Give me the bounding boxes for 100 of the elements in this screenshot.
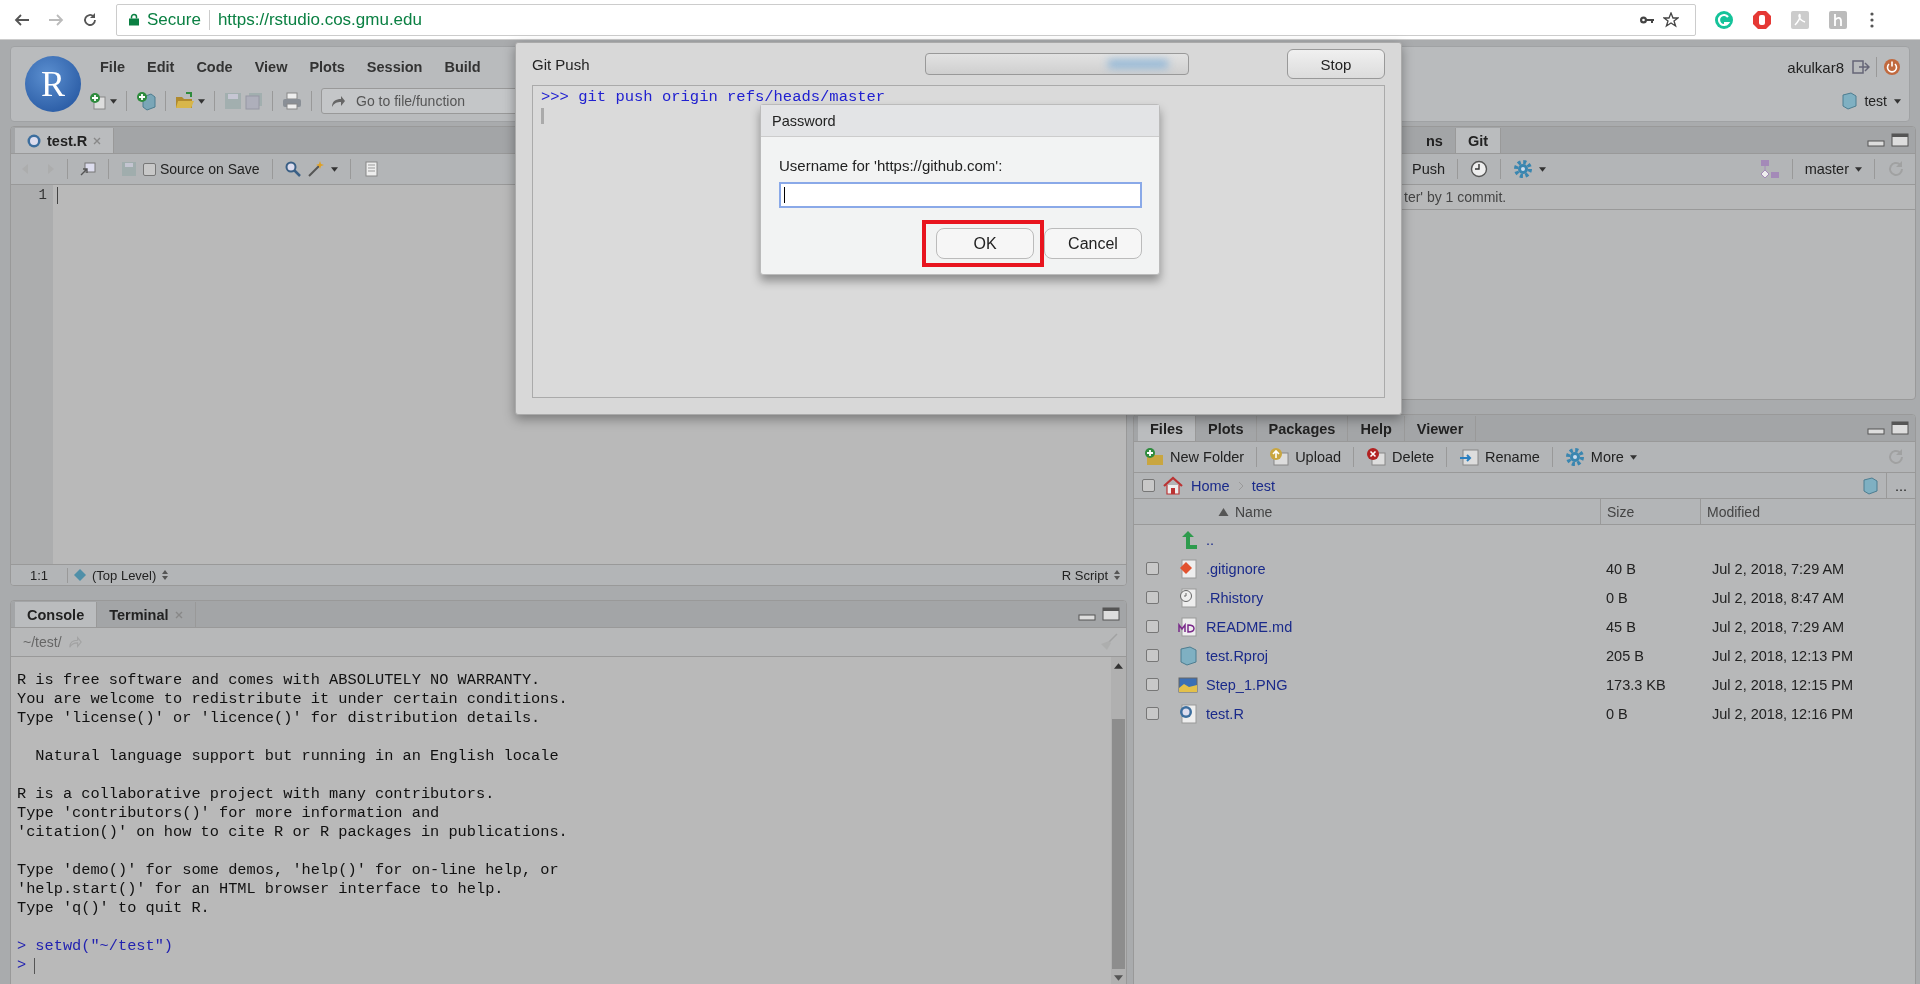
scroll-up-icon[interactable] [1114, 663, 1123, 669]
extension-icon[interactable] [1828, 9, 1848, 30]
parent-folder-link[interactable]: .. [1206, 531, 1215, 548]
caret-icon[interactable] [330, 166, 338, 172]
menu-item[interactable]: Session [366, 59, 423, 75]
pane-tab[interactable]: Files [1138, 416, 1197, 441]
menu-item[interactable]: Code [196, 59, 233, 75]
toolbar-button[interactable]: New Folder [1144, 447, 1245, 467]
breadcrumb-link[interactable]: Home [1191, 477, 1230, 494]
file-link[interactable]: .Rhistory [1206, 589, 1264, 606]
stop-sign-icon[interactable] [1752, 9, 1772, 30]
console-output-line: R is a collaborative project with many contributors. [17, 785, 496, 804]
dialog-title: Git Push [532, 55, 590, 73]
menu-icon[interactable] [1870, 11, 1874, 28]
print-icon[interactable] [282, 91, 302, 111]
dialog-title: Password [761, 105, 1159, 137]
notebook-icon[interactable] [362, 161, 379, 177]
cancel-button[interactable]: Cancel [1044, 228, 1142, 259]
caret-icon[interactable] [1855, 166, 1862, 172]
search-icon[interactable] [284, 161, 301, 177]
power-icon[interactable] [1883, 58, 1901, 76]
toolbar-button[interactable]: More [1564, 447, 1637, 467]
caret-icon[interactable] [198, 98, 205, 104]
source-on-save-checkbox[interactable]: Source on Save [143, 161, 260, 177]
maximize-icon[interactable] [1891, 133, 1909, 147]
row-checkbox[interactable] [1145, 678, 1159, 691]
column-header[interactable]: Modified [1700, 499, 1915, 524]
column-header[interactable]: Name [1206, 499, 1600, 524]
row-checkbox[interactable] [1145, 591, 1159, 604]
file-size: 173.3 KB [1605, 676, 1667, 693]
gear-icon[interactable] [1513, 159, 1534, 179]
extension-icon[interactable] [1714, 9, 1734, 30]
menu-item[interactable]: Edit [147, 59, 175, 75]
modified-date: Jul 2, 2018, 12:16 PM [1711, 705, 1855, 722]
reload-icon[interactable] [82, 11, 98, 28]
rename-icon [1459, 447, 1479, 467]
new-project-icon[interactable] [136, 91, 156, 111]
clock-file-icon [1178, 587, 1198, 608]
menu-item[interactable]: Plots [309, 59, 345, 75]
scroll-down-icon[interactable] [1114, 975, 1123, 981]
maximize-icon[interactable] [1891, 421, 1909, 435]
modified-date: Jul 2, 2018, 12:13 PM [1711, 647, 1855, 664]
wand-icon[interactable] [306, 160, 325, 178]
scope-menu[interactable]: (Top Level) [92, 567, 157, 583]
branch-icon[interactable] [1759, 159, 1780, 179]
row-checkbox[interactable] [1145, 649, 1159, 662]
git-command: >>> git push origin refs/heads/master [541, 88, 887, 106]
up-down-caret-icon[interactable] [162, 570, 169, 580]
caret-icon[interactable] [1894, 98, 1901, 104]
new-folder-icon [1144, 447, 1164, 467]
toolbar-button[interactable]: Delete [1366, 447, 1434, 467]
file-link[interactable]: Step_1.PNG [1206, 676, 1288, 693]
upload-icon [1269, 447, 1290, 467]
menu-item[interactable]: Build [444, 59, 481, 75]
row-checkbox[interactable] [1145, 707, 1159, 720]
ok-button[interactable]: OK [936, 228, 1034, 259]
file-link[interactable]: .gitignore [1206, 560, 1266, 577]
file-link[interactable]: test.Rproj [1206, 647, 1269, 664]
path-menu-button[interactable]: ... [1885, 473, 1915, 498]
show-in-window-icon[interactable] [80, 161, 96, 177]
forward-arrow-icon[interactable] [48, 11, 64, 28]
toolbar-button[interactable]: Upload [1269, 447, 1342, 467]
project-icon[interactable] [1839, 92, 1858, 110]
close-icon[interactable] [93, 136, 102, 145]
branch-menu[interactable]: master [1804, 161, 1849, 177]
address-bar[interactable]: Secure https://rstudio.cos.gmu.edu [116, 3, 1696, 36]
username-field[interactable] [779, 182, 1142, 208]
document-icon[interactable] [1790, 9, 1810, 30]
menu-item[interactable]: File [100, 59, 125, 75]
select-all-checkbox[interactable] [1142, 479, 1155, 492]
caret-icon[interactable] [1539, 166, 1547, 172]
file-link[interactable]: README.md [1206, 618, 1293, 635]
stop-button[interactable]: Stop [1287, 49, 1385, 79]
file-type-menu[interactable]: R Script [1061, 567, 1108, 583]
back-arrow-icon[interactable] [14, 11, 30, 28]
row-checkbox[interactable] [1145, 620, 1159, 633]
home-icon[interactable] [1163, 475, 1183, 496]
project-menu[interactable]: test [1864, 93, 1887, 109]
scrollbar[interactable] [1111, 657, 1126, 984]
sign-out-icon[interactable] [1852, 58, 1870, 76]
pane-tab[interactable]: Git [1455, 128, 1502, 153]
column-header[interactable]: Size [1600, 499, 1700, 524]
console-output-line: Natural language support but running in an English locale [34, 747, 560, 766]
console-output-line: Type 'contributors()' for more information and [17, 804, 441, 823]
row-checkbox[interactable] [1145, 562, 1159, 575]
push-button[interactable]: Push [1412, 161, 1446, 177]
breadcrumb-link[interactable]: test [1251, 477, 1276, 494]
console-tab[interactable]: Console [15, 602, 98, 627]
toolbar-button[interactable]: Rename [1459, 447, 1540, 467]
file-tab[interactable]: test.R [15, 128, 115, 153]
clock-icon[interactable] [1470, 160, 1489, 178]
caret-icon[interactable] [110, 98, 117, 104]
menu-item[interactable]: View [254, 59, 288, 75]
new-file-icon[interactable] [89, 92, 107, 110]
diamond-icon [74, 569, 86, 581]
modified-date: Jul 2, 2018, 7:29 AM [1711, 560, 1846, 577]
maximize-icon[interactable] [1102, 607, 1120, 621]
star-icon[interactable] [1663, 11, 1679, 28]
file-link[interactable]: test.R [1206, 705, 1244, 722]
up-down-caret-icon[interactable] [1114, 570, 1120, 580]
